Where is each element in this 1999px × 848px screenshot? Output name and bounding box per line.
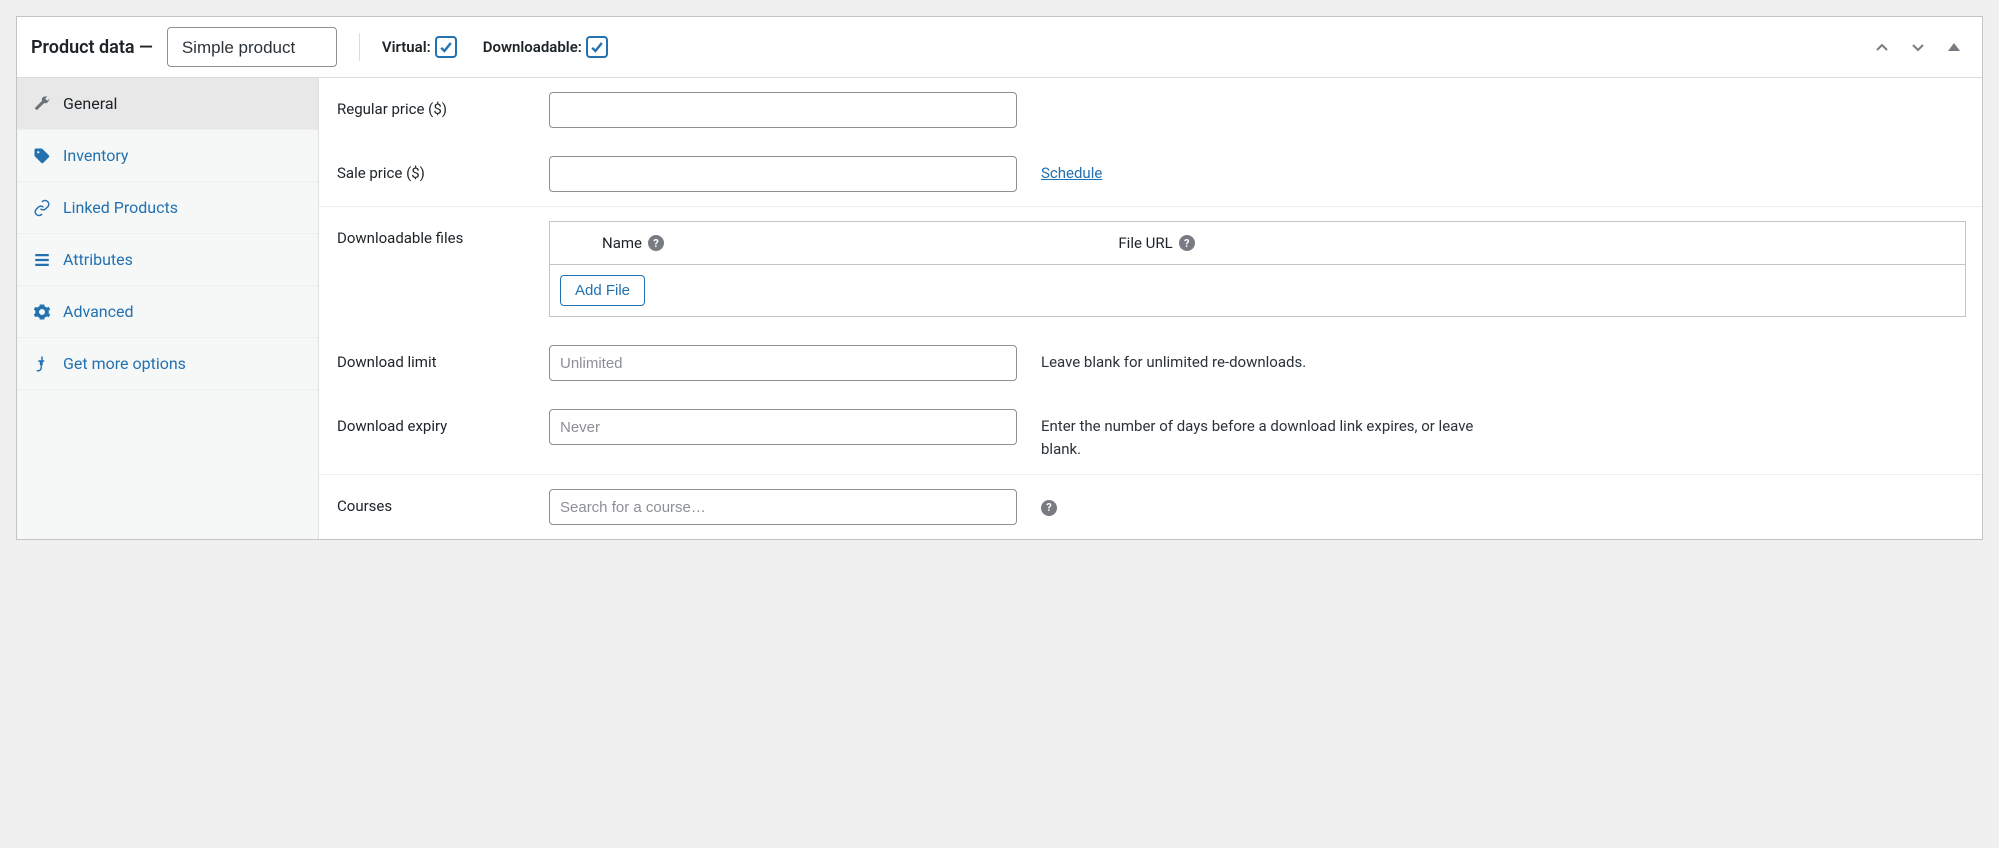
schedule-link[interactable]: Schedule <box>1041 164 1102 182</box>
type-flags: Virtual: Downloadable: <box>382 36 608 58</box>
sale-price-input[interactable] <box>549 156 1017 192</box>
file-table-footer: Add File <box>550 265 1965 316</box>
metabox-title: Product data — <box>31 37 153 58</box>
tab-advanced[interactable]: Advanced <box>17 286 318 338</box>
row-download-limit: Download limit Leave blank for unlimited… <box>319 331 1982 395</box>
tab-label: Linked Products <box>63 198 178 217</box>
tab-label: Get more options <box>63 354 186 373</box>
list-icon <box>33 251 51 269</box>
downloadable-label: Downloadable: <box>483 36 608 58</box>
virtual-checkbox[interactable] <box>435 36 457 58</box>
row-courses: Courses ? <box>319 474 1982 539</box>
downloadable-files-table: Name ? File URL ? Add File <box>549 221 1966 317</box>
row-sale-price: Sale price ($) Schedule <box>319 142 1982 206</box>
regular-price-input[interactable] <box>549 92 1017 128</box>
row-regular-price: Regular price ($) <box>319 78 1982 142</box>
help-tip-icon[interactable]: ? <box>1179 235 1195 251</box>
courses-search-input[interactable] <box>549 489 1017 525</box>
tab-inventory[interactable]: Inventory <box>17 130 318 182</box>
download-limit-label: Download limit <box>337 345 537 371</box>
regular-price-label: Regular price ($) <box>337 92 537 118</box>
courses-label: Courses <box>337 489 537 515</box>
tab-label: Inventory <box>63 146 129 165</box>
file-table-header: Name ? File URL ? <box>550 222 1965 265</box>
download-expiry-input[interactable] <box>549 409 1017 445</box>
metabox-body: General Inventory Linked Products Attrib… <box>17 78 1982 539</box>
tab-label: Attributes <box>63 250 133 269</box>
download-expiry-label: Download expiry <box>337 409 537 435</box>
file-col-url: File URL ? <box>1118 234 1953 252</box>
metabox-header: Product data — Simple product Virtual: D… <box>17 17 1982 78</box>
move-down-icon[interactable] <box>1904 33 1932 61</box>
tab-general[interactable]: General <box>17 78 318 130</box>
help-tip-icon[interactable]: ? <box>648 235 664 251</box>
tab-label: General <box>63 94 117 113</box>
link-icon <box>33 199 51 217</box>
downloadable-files-label: Downloadable files <box>337 221 537 247</box>
download-limit-input[interactable] <box>549 345 1017 381</box>
download-limit-help: Leave blank for unlimited re-downloads. <box>1041 345 1306 374</box>
downloadable-checkbox[interactable] <box>586 36 608 58</box>
header-controls <box>1868 33 1968 61</box>
product-data-metabox: Product data — Simple product Virtual: D… <box>16 16 1983 540</box>
file-col-name: Name ? <box>562 234 1118 252</box>
move-up-icon[interactable] <box>1868 33 1896 61</box>
plug-icon <box>33 355 51 373</box>
tab-label: Advanced <box>63 302 134 321</box>
wrench-icon <box>33 95 51 113</box>
toggle-panel-icon[interactable] <box>1940 33 1968 61</box>
row-download-expiry: Download expiry Enter the number of days… <box>319 395 1982 474</box>
product-type-select-wrap: Simple product <box>153 27 337 67</box>
tab-get-more-options[interactable]: Get more options <box>17 338 318 390</box>
product-data-tabs: General Inventory Linked Products Attrib… <box>17 78 319 539</box>
product-type-select[interactable]: Simple product <box>167 27 337 67</box>
add-file-button[interactable]: Add File <box>560 275 645 306</box>
sale-price-label: Sale price ($) <box>337 156 537 182</box>
tag-icon <box>33 147 51 165</box>
general-panel: Regular price ($) Sale price ($) Schedul… <box>319 78 1982 539</box>
download-expiry-help: Enter the number of days before a downlo… <box>1041 409 1501 460</box>
tab-linked-products[interactable]: Linked Products <box>17 182 318 234</box>
tab-attributes[interactable]: Attributes <box>17 234 318 286</box>
help-tip-icon[interactable]: ? <box>1041 500 1057 516</box>
gear-icon <box>33 303 51 321</box>
virtual-label: Virtual: <box>382 36 457 58</box>
divider <box>359 33 360 61</box>
row-downloadable-files: Downloadable files Name ? File URL ? A <box>319 206 1982 331</box>
